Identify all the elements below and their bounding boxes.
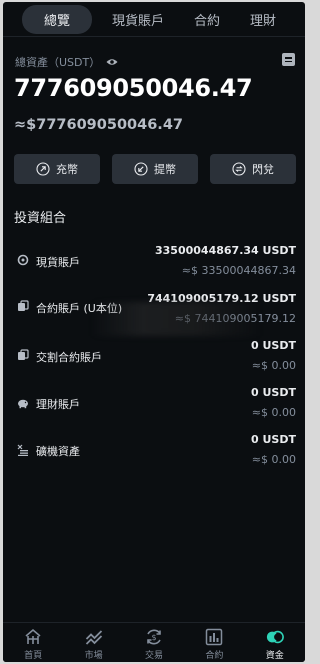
account-row-spot[interactable]: 現貨賬戶 33500044867.34 USDT ≈$ 33500044867.… [3, 242, 305, 286]
account-label: 礦機資產 [36, 445, 80, 458]
nav-home[interactable]: 首頁 [3, 623, 63, 661]
wallet-icon [266, 630, 284, 644]
nav-futures[interactable]: 合約 [184, 623, 244, 661]
bottom-nav: 首頁 市場 $ 交易 合約 資金 [3, 622, 305, 662]
market-icon [85, 630, 102, 645]
account-approx: ≈$ 0.00 [251, 359, 296, 372]
tab-overview[interactable]: 總覽 [21, 4, 92, 34]
swap-button[interactable]: 閃兌 [210, 154, 296, 184]
tab-spot-account[interactable]: 現貨賬戶 [102, 6, 174, 33]
futures-icon [18, 300, 29, 311]
withdraw-icon [134, 162, 148, 176]
total-assets-value: 777609050046.47 [14, 74, 253, 102]
swap-label: 閃兌 [252, 163, 274, 176]
nav-assets[interactable]: 資金 [245, 623, 305, 661]
trade-icon: $ [147, 629, 161, 645]
nav-label: 資金 [265, 651, 284, 661]
account-amount: 0 USDT [251, 386, 296, 399]
delivery-icon [18, 349, 29, 360]
account-approx: ≈$ 33500044867.34 [181, 264, 296, 277]
eye-icon[interactable] [106, 58, 118, 66]
home-icon [25, 628, 41, 644]
withdraw-label: 提幣 [154, 163, 176, 176]
spot-icon [17, 254, 29, 266]
nav-market[interactable]: 市場 [64, 623, 124, 661]
account-approx: ≈$ 0.00 [251, 406, 296, 419]
deposit-icon [36, 162, 50, 176]
nav-label: 市場 [84, 651, 103, 661]
account-label: 現貨賬戶 [36, 256, 80, 269]
account-amount: 0 USDT [251, 433, 296, 446]
nav-label: 合約 [205, 651, 224, 661]
app-screen: 總覽 現貨賬戶 合約 理財 總資產（USDT） 777609050046.47 … [3, 2, 305, 662]
image-smudge [91, 302, 261, 336]
top-tab-bar: 總覽 現貨賬戶 合約 理財 [3, 4, 305, 34]
nav-label: 首頁 [24, 651, 43, 661]
swap-icon [232, 162, 246, 176]
action-buttons: 充幣 提幣 閃兌 [14, 154, 296, 184]
account-label: 理財賬戶 [36, 398, 80, 411]
account-amount: 33500044867.34 USDT [155, 244, 296, 257]
account-label: 交割合約賬戶 [36, 351, 102, 364]
futures-nav-icon [206, 628, 223, 646]
account-row-earn[interactable]: 理財賬戶 0 USDT ≈$ 0.00 [3, 384, 305, 428]
deposit-button[interactable]: 充幣 [14, 154, 100, 184]
total-assets-label: 總資產（USDT） [15, 56, 101, 69]
account-row-mining[interactable]: 礦機資產 0 USDT ≈$ 0.00 [3, 431, 305, 475]
tab-earn[interactable]: 理財 [240, 6, 286, 33]
account-amount: 0 USDT [251, 339, 296, 352]
svg-text:$: $ [151, 633, 156, 642]
nav-trade[interactable]: $ 交易 [124, 623, 184, 661]
nav-label: 交易 [144, 651, 163, 661]
header-divider [3, 36, 305, 37]
total-assets-label-group: 總資產（USDT） [15, 54, 118, 70]
tab-futures[interactable]: 合約 [184, 6, 230, 33]
mining-icon [17, 444, 28, 456]
records-icon[interactable] [282, 53, 295, 66]
portfolio-title: 投資組合 [14, 211, 67, 226]
total-assets-approx: ≈$777609050046.47 [14, 117, 183, 133]
withdraw-button[interactable]: 提幣 [112, 154, 198, 184]
deposit-label: 充幣 [56, 163, 78, 176]
account-approx: ≈$ 0.00 [251, 453, 296, 466]
piggy-bank-icon [18, 399, 28, 409]
account-row-delivery[interactable]: 交割合約賬戶 0 USDT ≈$ 0.00 [3, 337, 305, 381]
